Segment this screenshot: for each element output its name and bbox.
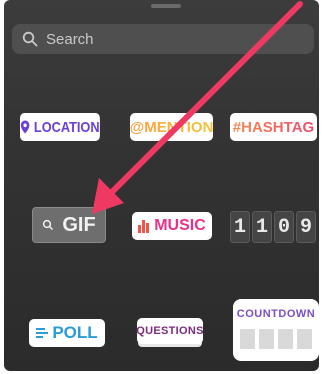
countdown-label: COUNTDOWN [236, 308, 316, 320]
clock-sticker[interactable]: 1 1 0 9 [230, 210, 318, 244]
music-bars-icon [138, 219, 150, 233]
search-icon [43, 219, 54, 231]
drag-handle[interactable] [151, 4, 181, 8]
poll-sticker[interactable]: POLL [29, 319, 105, 347]
countdown-sticker[interactable]: COUNTDOWN [233, 299, 319, 361]
location-sticker[interactable]: LOCATION [20, 113, 100, 141]
search-icon [22, 31, 38, 47]
location-label: LOCATION [33, 118, 100, 136]
countdown-boxes [238, 329, 314, 349]
music-label: MUSIC [154, 217, 206, 234]
poll-lines-icon [36, 328, 49, 338]
clock-digit: 0 [274, 211, 294, 243]
clock-digit: 1 [230, 211, 250, 243]
search-input[interactable]: Search [12, 24, 314, 54]
questions-label: QUESTIONS [136, 325, 204, 337]
search-placeholder: Search [46, 30, 94, 48]
hashtag-label: #HASHTAG [232, 118, 315, 136]
clock-digit: 9 [296, 211, 316, 243]
clock-digit: 1 [252, 211, 272, 243]
mention-label: @MENTION [129, 118, 214, 136]
gif-sticker[interactable]: GIF [32, 207, 106, 243]
location-pin-icon [21, 120, 30, 134]
gif-label: GIF [62, 213, 96, 236]
hashtag-sticker[interactable]: #HASHTAG [230, 113, 317, 141]
sticker-tray: Search LOCATION @MENTION #HASHTAG GIF MU… [4, 0, 319, 371]
mention-sticker[interactable]: @MENTION [130, 113, 213, 141]
questions-sticker[interactable]: QUESTIONS [136, 318, 204, 344]
music-sticker[interactable]: MUSIC [132, 212, 212, 240]
poll-label: POLL [52, 323, 98, 342]
